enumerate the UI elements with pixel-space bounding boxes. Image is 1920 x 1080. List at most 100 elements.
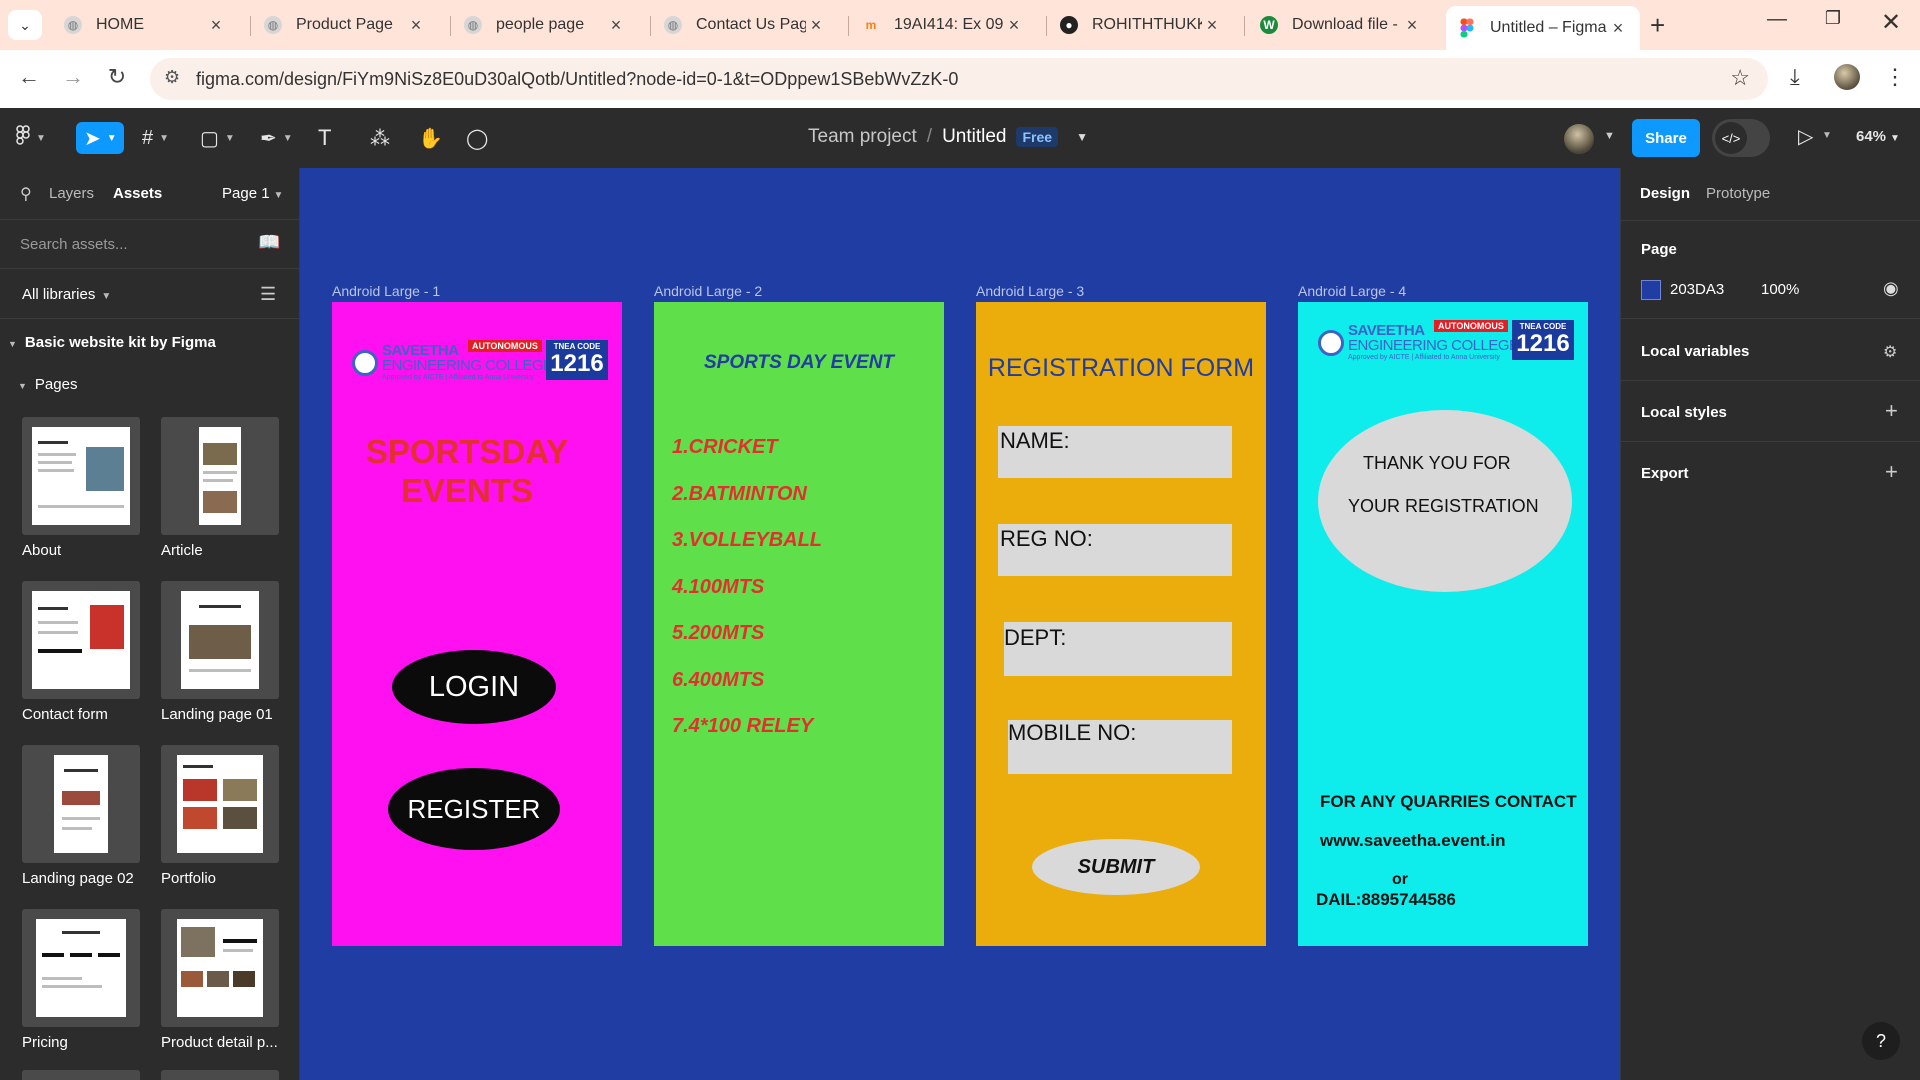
move-tool-button[interactable]: ➤ ▼ (76, 122, 124, 154)
bookmark-star-icon[interactable]: ☆ (1730, 65, 1750, 91)
close-icon[interactable]: × (1202, 15, 1222, 36)
site-info-icon[interactable]: ⚙ (164, 67, 180, 88)
asset-thumbnail-about[interactable] (22, 417, 140, 535)
tab-contact-us[interactable]: ◍ Contact Us Page × (652, 6, 838, 44)
close-icon[interactable]: × (1004, 15, 1024, 36)
page-opacity[interactable]: 100% (1761, 281, 1799, 298)
reload-button[interactable]: ↻ (102, 64, 132, 90)
page-color-hex[interactable]: 203DA3 (1670, 281, 1724, 298)
restore-button[interactable]: ❐ (1808, 8, 1858, 29)
close-icon[interactable]: × (1402, 15, 1422, 36)
tab-design[interactable]: Design (1640, 185, 1690, 202)
asset-thumbnail-contact-form[interactable] (22, 581, 140, 699)
minimize-button[interactable]: — (1752, 8, 1802, 31)
libraries-dropdown[interactable]: All libraries ▼ (22, 286, 111, 303)
close-icon[interactable]: × (1608, 18, 1628, 39)
search-icon[interactable]: ⚲ (20, 184, 32, 204)
shape-tool-button[interactable]: ▢ ▼ (200, 122, 235, 154)
dev-mode-toggle[interactable]: </> (1712, 119, 1770, 157)
address-bar[interactable]: ⚙ figma.com/design/FiYm9NiSz8E0uD30alQot… (150, 58, 1768, 100)
page-selector[interactable]: Page 1 ▼ (222, 185, 283, 202)
close-icon[interactable]: × (606, 15, 626, 36)
logo-tagline: Approved by AICTE | Affiliated to Anna U… (1348, 354, 1500, 361)
chevron-down-icon: ▼ (159, 132, 170, 144)
libraries-label: All libraries (22, 286, 96, 303)
asset-thumbnail-partial[interactable] (161, 1070, 279, 1080)
frame-tool-button[interactable]: # ▼ (142, 122, 169, 154)
eye-icon[interactable]: ◉ (1883, 278, 1899, 299)
pen-tool-button[interactable]: ✒ ▼ (260, 122, 293, 154)
download-icon[interactable]: ⤓ (1790, 64, 1800, 90)
login-button[interactable]: LOGIN (392, 650, 556, 724)
text-tool-button[interactable]: T (318, 122, 331, 154)
team-name[interactable]: Team project (808, 126, 917, 148)
file-name[interactable]: Untitled (942, 126, 1006, 148)
asset-thumbnail-landing-01[interactable] (161, 581, 279, 699)
asset-thumbnail-portfolio[interactable] (161, 745, 279, 863)
local-variables-heading[interactable]: Local variables (1641, 343, 1749, 360)
present-button[interactable]: ▷ (1798, 124, 1813, 149)
add-style-plus-icon[interactable]: + (1885, 398, 1898, 424)
resources-tool-button[interactable]: ⁂ (370, 122, 390, 154)
tab-figma-active[interactable]: Untitled – Figma × (1446, 6, 1640, 50)
close-icon[interactable]: × (406, 15, 426, 36)
asset-thumbnail-landing-02[interactable] (22, 745, 140, 863)
chevron-down-icon[interactable]: ▼ (1076, 130, 1088, 144)
tab-layers[interactable]: Layers (49, 185, 94, 202)
forward-button[interactable]: → (58, 64, 88, 90)
asset-thumbnail-product-detail[interactable] (161, 909, 279, 1027)
tab-download-file[interactable]: W Download file - \ × (1248, 6, 1434, 44)
export-heading: Export (1641, 465, 1689, 482)
tab-people-page[interactable]: ◍ people page × (452, 6, 638, 44)
chevron-down-icon[interactable]: ▼ (1604, 130, 1615, 142)
frame-label[interactable]: Android Large - 2 (654, 283, 762, 299)
frame-android-large-2[interactable]: SPORTS DAY EVENT 1.CRICKET 2.BATMINTON 3… (654, 302, 944, 946)
design-canvas[interactable]: Android Large - 1 SAVEETHA AUTONOMOUS EN… (300, 168, 1620, 1080)
back-button[interactable]: ← (14, 64, 44, 90)
close-window-button[interactable]: ✕ (1866, 8, 1916, 37)
components-icon: ⁂ (370, 127, 390, 150)
tab-github[interactable]: ● ROHITHTHUKKA × (1048, 6, 1234, 44)
add-export-plus-icon[interactable]: + (1885, 459, 1898, 485)
assets-search-input[interactable]: Search assets... (20, 236, 128, 253)
close-icon[interactable]: × (206, 15, 226, 36)
list-view-icon[interactable]: ☰ (260, 284, 276, 305)
library-book-icon[interactable]: 📖 (258, 232, 280, 253)
moodle-icon: m (865, 18, 877, 32)
thumbnail-label: Contact form (22, 706, 108, 723)
asset-thumbnail-pricing[interactable] (22, 909, 140, 1027)
pages-section-header[interactable]: ▼ Pages (18, 376, 77, 393)
profile-avatar[interactable] (1834, 64, 1860, 90)
page-color-swatch[interactable] (1641, 280, 1661, 300)
tab-home[interactable]: ◍ HOME × (52, 6, 238, 44)
tab-prototype[interactable]: Prototype (1706, 185, 1770, 202)
help-button[interactable]: ? (1862, 1022, 1900, 1060)
share-button[interactable]: Share (1632, 119, 1700, 157)
comment-tool-button[interactable]: ◯ (466, 122, 488, 154)
chevron-down-icon[interactable]: ▼ (1822, 130, 1832, 141)
frame-android-large-1[interactable]: SAVEETHA AUTONOMOUS ENGINEERING COLLEGE … (332, 302, 622, 946)
asset-thumbnail-article[interactable] (161, 417, 279, 535)
new-tab-button[interactable]: + (1650, 10, 1665, 41)
more-menu-icon[interactable]: ⋮ (1884, 64, 1906, 90)
url-text[interactable]: figma.com/design/FiYm9NiSz8E0uD30alQotb/… (196, 69, 958, 90)
submit-button[interactable]: SUBMIT (1032, 839, 1200, 895)
frame-android-large-3[interactable]: REGISTRATION FORM NAME: REG NO: DEPT: MO… (976, 302, 1266, 946)
frame-label[interactable]: Android Large - 1 (332, 283, 440, 299)
asset-thumbnail-partial[interactable] (22, 1070, 140, 1080)
tab-moodle[interactable]: m 19AI414: Ex 09 - × (850, 6, 1036, 44)
tab-product-page[interactable]: ◍ Product Page × (252, 6, 438, 44)
library-kit-header[interactable]: ▼ Basic website kit by Figma (8, 334, 216, 351)
frame-label[interactable]: Android Large - 3 (976, 283, 1084, 299)
close-icon[interactable]: × (806, 15, 826, 36)
tab-assets[interactable]: Assets (113, 185, 162, 202)
register-button[interactable]: REGISTER (388, 768, 560, 850)
frame-android-large-4[interactable]: SAVEETHA AUTONOMOUS ENGINEERING COLLEGE … (1298, 302, 1588, 946)
collaborator-avatar[interactable] (1564, 124, 1594, 154)
frame-label[interactable]: Android Large - 4 (1298, 283, 1406, 299)
main-menu-button[interactable]: ▼ (16, 122, 46, 154)
tab-search-button[interactable]: ⌄ (8, 10, 42, 40)
variables-icon[interactable]: ⚙ (1883, 342, 1897, 362)
hand-tool-button[interactable]: ✋ (418, 122, 443, 154)
zoom-menu[interactable]: 64% ▼ (1856, 128, 1900, 145)
